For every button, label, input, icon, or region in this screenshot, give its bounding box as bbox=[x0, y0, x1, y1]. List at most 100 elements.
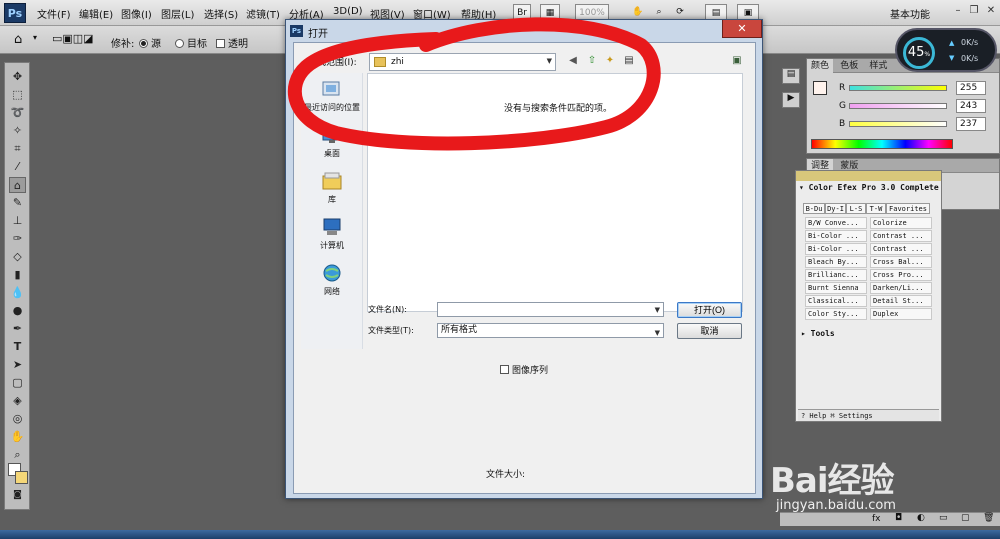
crop-tool-icon[interactable]: ⌗ bbox=[9, 141, 26, 157]
efex-filter-item[interactable]: Bi-Color ... bbox=[805, 230, 867, 242]
target-radio[interactable]: 目标 bbox=[175, 35, 207, 50]
history-brush-icon[interactable]: ✑ bbox=[9, 231, 26, 247]
place-desktop[interactable]: 桌面 bbox=[301, 125, 363, 159]
blur-tool-icon[interactable]: 💧 bbox=[9, 285, 26, 301]
clone-stamp-icon[interactable]: ⊥ bbox=[9, 213, 26, 229]
zoom-tool-icon[interactable]: ⌕ bbox=[9, 447, 26, 463]
network-icon bbox=[323, 264, 341, 282]
quick-mask-icon[interactable]: ◙ bbox=[9, 487, 26, 503]
place-recent[interactable]: 最近访问的位置 bbox=[301, 79, 363, 113]
eyedropper-icon[interactable]: ⁄ bbox=[9, 159, 26, 175]
3d-rotate-icon[interactable]: ◈ bbox=[9, 393, 26, 409]
minimize-icon[interactable]: – bbox=[951, 4, 965, 18]
green-value-field[interactable]: 243 bbox=[956, 99, 986, 113]
eraser-tool-icon[interactable]: ◇ bbox=[9, 249, 26, 265]
3d-orbit-icon[interactable]: ◎ bbox=[9, 411, 26, 427]
efex-tab-favorites[interactable]: Favorites bbox=[886, 203, 930, 214]
patch-tool-icon[interactable]: ⌂ bbox=[14, 32, 22, 47]
lasso-tool-icon[interactable]: ➰ bbox=[9, 105, 26, 121]
red-label: R bbox=[839, 83, 846, 93]
efex-tab-b-du[interactable]: B-Du bbox=[803, 203, 825, 214]
efex-filter-item[interactable]: Classical... bbox=[805, 295, 867, 307]
efex-tab-l-s[interactable]: L-S bbox=[846, 203, 866, 214]
transparent-checkbox[interactable]: 透明 bbox=[216, 35, 248, 50]
dialog-title-bar[interactable]: Ps 打开 ✕ bbox=[286, 20, 762, 42]
folder-browse-icon[interactable]: ▣ bbox=[730, 54, 744, 68]
selection-mode-icons[interactable]: ▭▣◫◪ bbox=[52, 32, 94, 45]
efex-filter-item[interactable]: Brillianc... bbox=[805, 269, 867, 281]
gradient-tool-icon[interactable]: ▮ bbox=[9, 267, 26, 283]
place-libraries[interactable]: 库 bbox=[301, 171, 363, 205]
workspace-switcher[interactable]: 基本功能 bbox=[890, 6, 930, 21]
menu-3d[interactable]: 3D(D) bbox=[333, 6, 363, 17]
source-radio[interactable]: 源 bbox=[139, 35, 161, 50]
efex-tools-section[interactable]: ▸ Tools bbox=[801, 329, 835, 338]
efex-filter-item[interactable]: Bleach By... bbox=[805, 256, 867, 268]
blue-slider[interactable]: B 237 bbox=[839, 117, 999, 135]
new-folder-icon[interactable]: ✦ bbox=[603, 54, 617, 68]
efex-filter-item[interactable]: Detail St... bbox=[870, 295, 932, 307]
hand-tool-icon[interactable]: ✋ bbox=[9, 429, 26, 445]
close-icon[interactable]: ✕ bbox=[984, 4, 998, 18]
efex-filter-item[interactable]: Colorize bbox=[870, 217, 932, 229]
image-sequence-checkbox[interactable]: 图像序列 bbox=[500, 363, 548, 376]
efex-filter-item[interactable]: Cross Pro... bbox=[870, 269, 932, 281]
magic-wand-icon[interactable]: ✧ bbox=[9, 123, 26, 139]
tool-preset-dropdown-icon[interactable]: ▾ bbox=[33, 33, 37, 42]
menu-select[interactable]: 选择(S) bbox=[204, 6, 238, 21]
shape-tool-icon[interactable]: ▢ bbox=[9, 375, 26, 391]
menu-edit[interactable]: 编辑(E) bbox=[79, 6, 113, 21]
path-selection-icon[interactable]: ➤ bbox=[9, 357, 26, 373]
actions-panel-icon[interactable]: ▶ bbox=[782, 92, 800, 108]
menu-image[interactable]: 图像(I) bbox=[121, 6, 152, 21]
tab-styles[interactable]: 样式 bbox=[865, 59, 891, 73]
brush-tool-icon[interactable]: ✎ bbox=[9, 195, 26, 211]
open-button[interactable]: 打开(O) bbox=[677, 302, 742, 318]
efex-filter-item[interactable]: Burnt Sienna bbox=[805, 282, 867, 294]
dodge-tool-icon[interactable]: ● bbox=[9, 303, 26, 319]
view-menu-icon[interactable]: ▤ bbox=[622, 54, 636, 68]
green-slider[interactable]: G 243 bbox=[839, 99, 999, 117]
back-icon[interactable]: ◀ bbox=[566, 54, 580, 68]
background-color-swatch[interactable] bbox=[15, 471, 28, 484]
blue-value-field[interactable]: 237 bbox=[956, 117, 986, 131]
menu-file[interactable]: 文件(F) bbox=[37, 6, 71, 21]
type-tool-icon[interactable]: T bbox=[9, 339, 26, 355]
color-spectrum-bar[interactable] bbox=[811, 139, 953, 149]
efex-filter-item[interactable]: Color Sty... bbox=[805, 308, 867, 320]
efex-filter-item[interactable]: Bi-Color ... bbox=[805, 243, 867, 255]
up-folder-icon[interactable]: ⇧ bbox=[585, 54, 599, 68]
red-slider[interactable]: R 255 bbox=[839, 81, 999, 99]
file-name-input[interactable]: ▼ bbox=[437, 302, 664, 317]
pen-tool-icon[interactable]: ✒ bbox=[9, 321, 26, 337]
efex-filter-item[interactable]: B/W Conve... bbox=[805, 217, 867, 229]
efex-filter-item[interactable]: Contrast ... bbox=[870, 230, 932, 242]
tab-color[interactable]: 颜色 bbox=[807, 59, 834, 73]
menu-layer[interactable]: 图层(L) bbox=[161, 6, 194, 21]
marquee-tool-icon[interactable]: ⬚ bbox=[9, 87, 26, 103]
dialog-close-button[interactable]: ✕ bbox=[722, 20, 762, 38]
restore-icon[interactable]: ❐ bbox=[967, 4, 981, 18]
cancel-button[interactable]: 取消 bbox=[677, 323, 742, 339]
red-value-field[interactable]: 255 bbox=[956, 81, 986, 95]
efex-tab-dy-i[interactable]: Dy-I bbox=[825, 203, 846, 214]
efex-footer[interactable]: ? Help ⌘ Settings bbox=[798, 409, 939, 421]
efex-title-bar[interactable] bbox=[796, 171, 941, 181]
tab-swatches[interactable]: 色板 bbox=[836, 59, 862, 73]
efex-filter-item[interactable]: Darken/Li... bbox=[870, 282, 932, 294]
file-type-select[interactable]: 所有格式 ▼ bbox=[437, 323, 664, 338]
efex-filter-item[interactable]: Contrast ... bbox=[870, 243, 932, 255]
patch-tool-icon[interactable]: ⌂ bbox=[9, 177, 26, 193]
place-network[interactable]: 网络 bbox=[301, 263, 363, 297]
folder-icon bbox=[374, 57, 386, 67]
look-in-dropdown[interactable]: zhi ▼ bbox=[369, 53, 556, 71]
menu-filter[interactable]: 滤镜(T) bbox=[246, 6, 280, 21]
efex-filter-item[interactable]: Cross Bal... bbox=[870, 256, 932, 268]
efex-filter-item[interactable]: Duplex bbox=[870, 308, 932, 320]
place-computer[interactable]: 计算机 bbox=[301, 217, 363, 251]
file-list[interactable]: 没有与搜索条件匹配的项。 bbox=[367, 73, 743, 312]
foreground-color-chip[interactable] bbox=[813, 81, 827, 95]
history-panel-icon[interactable]: ▤ bbox=[782, 68, 800, 84]
move-tool-icon[interactable]: ✥ bbox=[9, 69, 26, 85]
efex-tab-t-w[interactable]: T-W bbox=[866, 203, 886, 214]
